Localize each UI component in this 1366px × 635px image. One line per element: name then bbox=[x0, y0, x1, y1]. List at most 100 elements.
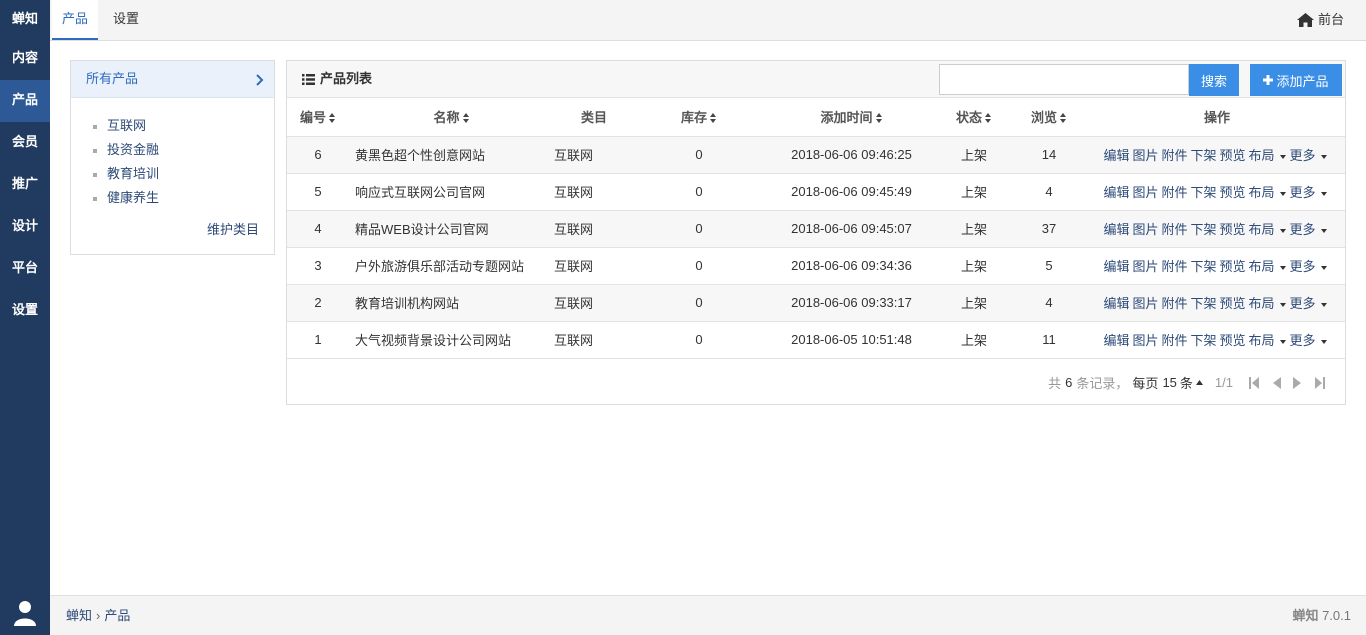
cell-status: 上架 bbox=[939, 210, 1009, 248]
col-header-views[interactable]: 浏览 bbox=[1009, 98, 1089, 137]
action-link-3[interactable]: 下架 bbox=[1190, 148, 1216, 163]
caret-down-icon bbox=[1279, 228, 1286, 233]
action-link-2[interactable]: 附件 bbox=[1161, 148, 1187, 163]
action-link-4[interactable]: 预览 bbox=[1220, 222, 1246, 237]
action-link-0[interactable]: 编辑 bbox=[1103, 148, 1129, 163]
action-link-4[interactable]: 预览 bbox=[1220, 296, 1246, 311]
col-header-status[interactable]: 状态 bbox=[939, 98, 1009, 137]
action-link-1[interactable]: 图片 bbox=[1132, 222, 1158, 237]
product-panel: 产品列表 搜索 添加产品 编号 名称 类目 库存 添加时间 状态 浏览 操作 6… bbox=[286, 60, 1346, 405]
action-link-4[interactable]: 预览 bbox=[1220, 333, 1246, 348]
add-product-button[interactable]: 添加产品 bbox=[1250, 64, 1342, 96]
action-link-3[interactable]: 下架 bbox=[1190, 333, 1216, 348]
action-link-3[interactable]: 下架 bbox=[1190, 185, 1216, 200]
next-page-icon[interactable] bbox=[1289, 376, 1307, 390]
action-link-5[interactable]: 布局 bbox=[1249, 259, 1275, 274]
action-link-2[interactable]: 附件 bbox=[1161, 185, 1187, 200]
sort-icon bbox=[875, 113, 883, 124]
caret-up-icon bbox=[1195, 380, 1203, 385]
nav-item-member[interactable]: 会员 bbox=[0, 122, 50, 164]
action-link-5[interactable]: 布局 bbox=[1249, 185, 1275, 200]
search-input[interactable] bbox=[939, 64, 1189, 95]
category-item[interactable]: 健康养生 bbox=[93, 186, 274, 210]
cell-category: 互联网 bbox=[554, 173, 634, 211]
col-header-id[interactable]: 编号 bbox=[287, 98, 349, 137]
caret-down-icon bbox=[1279, 302, 1286, 307]
cell-name: 响应式互联网公司官网 bbox=[349, 173, 554, 211]
breadcrumb-current[interactable]: 产品 bbox=[104, 596, 130, 635]
col-header-stock[interactable]: 库存 bbox=[634, 98, 764, 137]
category-item[interactable]: 投资金融 bbox=[93, 138, 274, 162]
action-link-4[interactable]: 预览 bbox=[1220, 148, 1246, 163]
table-row: 2 教育培训机构网站 互联网 0 2018-06-06 09:33:17 上架 4 编辑 图片附… bbox=[287, 284, 1345, 322]
table-row: 1 大气视频背景设计公司网站 互联网 0 2018-06-05 10:51:48 上架 11… bbox=[287, 321, 1345, 359]
left-nav: 蝉知 内容 产品 会员 推广 设计 平台 设置 bbox=[0, 0, 50, 635]
nav-item-design[interactable]: 设计 bbox=[0, 206, 50, 248]
action-link-2[interactable]: 附件 bbox=[1161, 333, 1187, 348]
action-link-3[interactable]: 下架 bbox=[1190, 222, 1216, 237]
action-link-5[interactable]: 布局 bbox=[1249, 222, 1275, 237]
action-link-6[interactable]: 更多 bbox=[1290, 333, 1316, 348]
search-button[interactable]: 搜索 bbox=[1189, 64, 1239, 96]
maintain-category-link[interactable]: 维护类目 bbox=[207, 219, 259, 238]
first-page-icon[interactable] bbox=[1245, 376, 1263, 390]
prev-page-icon[interactable] bbox=[1267, 376, 1285, 390]
action-link-6[interactable]: 更多 bbox=[1290, 222, 1316, 237]
product-list-title-label: 产品列表 bbox=[320, 71, 373, 86]
total-count: 6 bbox=[1065, 375, 1073, 390]
nav-item-settings[interactable]: 设置 bbox=[0, 290, 50, 332]
cell-category: 互联网 bbox=[554, 321, 634, 359]
table-row: 3 户外旅游俱乐部活动专题网站 互联网 0 2018-06-06 09:34:36 上架 5… bbox=[287, 247, 1345, 285]
nav-item-product[interactable]: 产品 bbox=[0, 80, 50, 122]
action-link-0[interactable]: 编辑 bbox=[1103, 222, 1129, 237]
action-link-6[interactable]: 更多 bbox=[1290, 185, 1316, 200]
table-row: 4 精品WEB设计公司官网 互联网 0 2018-06-06 09:45:07 上架 37 编… bbox=[287, 210, 1345, 248]
action-link-3[interactable]: 下架 bbox=[1190, 296, 1216, 311]
tab-settings[interactable]: 设置 bbox=[103, 0, 149, 40]
action-link-0[interactable]: 编辑 bbox=[1103, 259, 1129, 274]
sort-icon bbox=[1060, 113, 1067, 124]
caret-down-icon bbox=[1279, 339, 1286, 344]
action-link-5[interactable]: 布局 bbox=[1249, 296, 1275, 311]
cell-status: 上架 bbox=[939, 247, 1009, 285]
category-item[interactable]: 教育培训 bbox=[93, 162, 274, 186]
nav-item-content[interactable]: 内容 bbox=[0, 38, 50, 80]
action-link-1[interactable]: 图片 bbox=[1132, 259, 1158, 274]
action-link-6[interactable]: 更多 bbox=[1290, 148, 1316, 163]
action-link-6[interactable]: 更多 bbox=[1290, 296, 1316, 311]
action-link-0[interactable]: 编辑 bbox=[1103, 333, 1129, 348]
action-link-2[interactable]: 附件 bbox=[1161, 259, 1187, 274]
action-link-3[interactable]: 下架 bbox=[1190, 259, 1216, 274]
breadcrumb-home[interactable]: 蝉知 bbox=[66, 596, 92, 635]
category-item[interactable]: 互联网 bbox=[93, 114, 274, 138]
frontdesk-link[interactable]: 前台 bbox=[1296, 0, 1344, 40]
action-link-5[interactable]: 布局 bbox=[1249, 333, 1275, 348]
action-link-1[interactable]: 图片 bbox=[1132, 185, 1158, 200]
col-header-name[interactable]: 名称 bbox=[349, 98, 554, 137]
all-products-header[interactable]: 所有产品 bbox=[71, 61, 274, 98]
caret-down-icon bbox=[1320, 302, 1327, 307]
action-link-6[interactable]: 更多 bbox=[1290, 259, 1316, 274]
action-link-0[interactable]: 编辑 bbox=[1103, 296, 1129, 311]
col-header-added[interactable]: 添加时间 bbox=[764, 98, 939, 137]
cell-views: 14 bbox=[1009, 136, 1089, 174]
bullet-icon bbox=[93, 124, 97, 129]
tab-product[interactable]: 产品 bbox=[52, 0, 99, 40]
caret-down-icon bbox=[1320, 339, 1327, 344]
action-link-2[interactable]: 附件 bbox=[1161, 296, 1187, 311]
action-link-0[interactable]: 编辑 bbox=[1103, 185, 1129, 200]
nav-item-platform[interactable]: 平台 bbox=[0, 248, 50, 290]
action-link-1[interactable]: 图片 bbox=[1132, 333, 1158, 348]
nav-item-promotion[interactable]: 推广 bbox=[0, 164, 50, 206]
per-page-selector[interactable]: 15 条 bbox=[1162, 373, 1203, 392]
user-avatar-icon[interactable] bbox=[0, 591, 50, 635]
nav-brand[interactable]: 蝉知 bbox=[0, 0, 50, 38]
version-label: 蝉知 7.0.1 bbox=[1292, 596, 1351, 635]
action-link-1[interactable]: 图片 bbox=[1132, 296, 1158, 311]
action-link-4[interactable]: 预览 bbox=[1220, 259, 1246, 274]
action-link-4[interactable]: 预览 bbox=[1220, 185, 1246, 200]
last-page-icon[interactable] bbox=[1311, 376, 1329, 390]
action-link-5[interactable]: 布局 bbox=[1249, 148, 1275, 163]
action-link-2[interactable]: 附件 bbox=[1161, 222, 1187, 237]
action-link-1[interactable]: 图片 bbox=[1132, 148, 1158, 163]
